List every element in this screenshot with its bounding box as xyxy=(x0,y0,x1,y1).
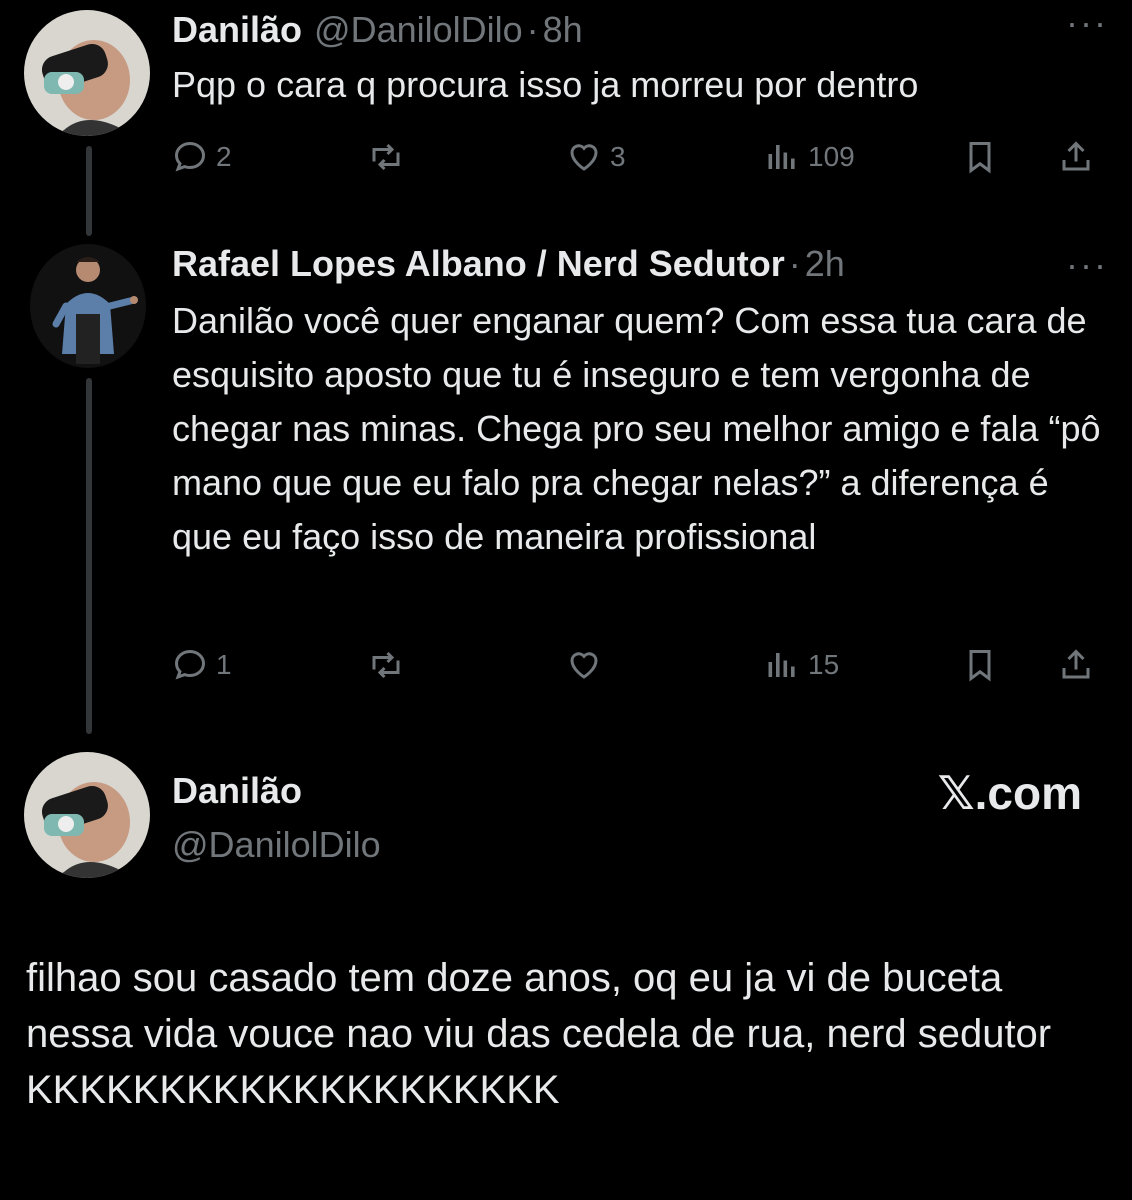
share-icon xyxy=(1062,649,1090,679)
tweet[interactable]: Danilão @DanilolDilo · 8h ··· Pqp o cara… xyxy=(172,5,1108,108)
views-button[interactable]: 15 xyxy=(764,640,839,690)
user-handle[interactable]: @DanilolDilo xyxy=(314,8,523,52)
share-button[interactable] xyxy=(1058,132,1094,182)
x-logo: 𝕏.com xyxy=(937,767,1082,819)
avatar[interactable] xyxy=(24,10,150,136)
bookmark-button[interactable] xyxy=(962,640,998,690)
reply-icon xyxy=(174,141,206,172)
bookmark-icon xyxy=(969,142,991,174)
tweet[interactable]: Rafael Lopes Albano / Nerd Sedutor · 2h … xyxy=(172,242,1108,564)
like-count: 3 xyxy=(610,141,626,172)
tweet-text: Danilão você quer enganar quem? Com essa… xyxy=(172,300,1101,557)
display-name[interactable]: Rafael Lopes Albano / Nerd Sedutor xyxy=(172,242,785,286)
like-icon xyxy=(570,144,598,171)
thread-line xyxy=(86,378,92,734)
tweet-actions: 2 3 109 xyxy=(172,132,1104,182)
display-name[interactable]: Danilão xyxy=(172,768,302,814)
share-button[interactable] xyxy=(1058,640,1094,690)
bookmark-button[interactable] xyxy=(962,132,998,182)
reply-count: 2 xyxy=(216,141,232,172)
bookmark-icon xyxy=(969,650,991,682)
tweet-header: Rafael Lopes Albano / Nerd Sedutor · 2h xyxy=(172,242,1108,286)
tweet-text: Pqp o cara q procura isso ja morreu por … xyxy=(172,64,919,105)
thread-line xyxy=(86,146,92,236)
like-button[interactable] xyxy=(566,640,610,690)
retweet-button[interactable] xyxy=(368,132,412,182)
views-count: 15 xyxy=(808,649,840,680)
separator-dot: · xyxy=(788,243,801,284)
timestamp[interactable]: 8h xyxy=(543,8,583,52)
user-handle[interactable]: @DanilolDilo xyxy=(172,822,381,868)
share-icon xyxy=(1062,141,1090,171)
views-icon xyxy=(768,145,795,169)
views-icon xyxy=(768,653,795,677)
avatar[interactable] xyxy=(30,244,146,368)
more-icon[interactable]: ··· xyxy=(1066,5,1108,41)
reply-button[interactable]: 2 xyxy=(172,132,232,182)
views-button[interactable]: 109 xyxy=(764,132,855,182)
tweet-actions: 1 15 xyxy=(172,640,1104,690)
tweet-header: Danilão @DanilolDilo · 8h xyxy=(172,8,1108,52)
display-name[interactable]: Danilão xyxy=(172,8,302,52)
timestamp[interactable]: 2h xyxy=(805,242,845,286)
views-count: 109 xyxy=(808,141,855,172)
like-icon xyxy=(570,652,598,679)
retweet-icon xyxy=(372,651,400,679)
tweet-text: filhao sou casado tem doze anos, oq eu j… xyxy=(26,956,1052,1112)
retweet-button[interactable] xyxy=(368,640,412,690)
reply-button[interactable]: 1 xyxy=(172,640,232,690)
reply-count: 1 xyxy=(216,649,232,680)
retweet-icon xyxy=(372,143,400,171)
avatar[interactable] xyxy=(24,752,150,878)
like-button[interactable]: 3 xyxy=(566,132,626,182)
more-icon[interactable]: ··· xyxy=(1066,247,1108,283)
separator-dot: · xyxy=(526,9,539,50)
reply-icon xyxy=(174,649,206,680)
